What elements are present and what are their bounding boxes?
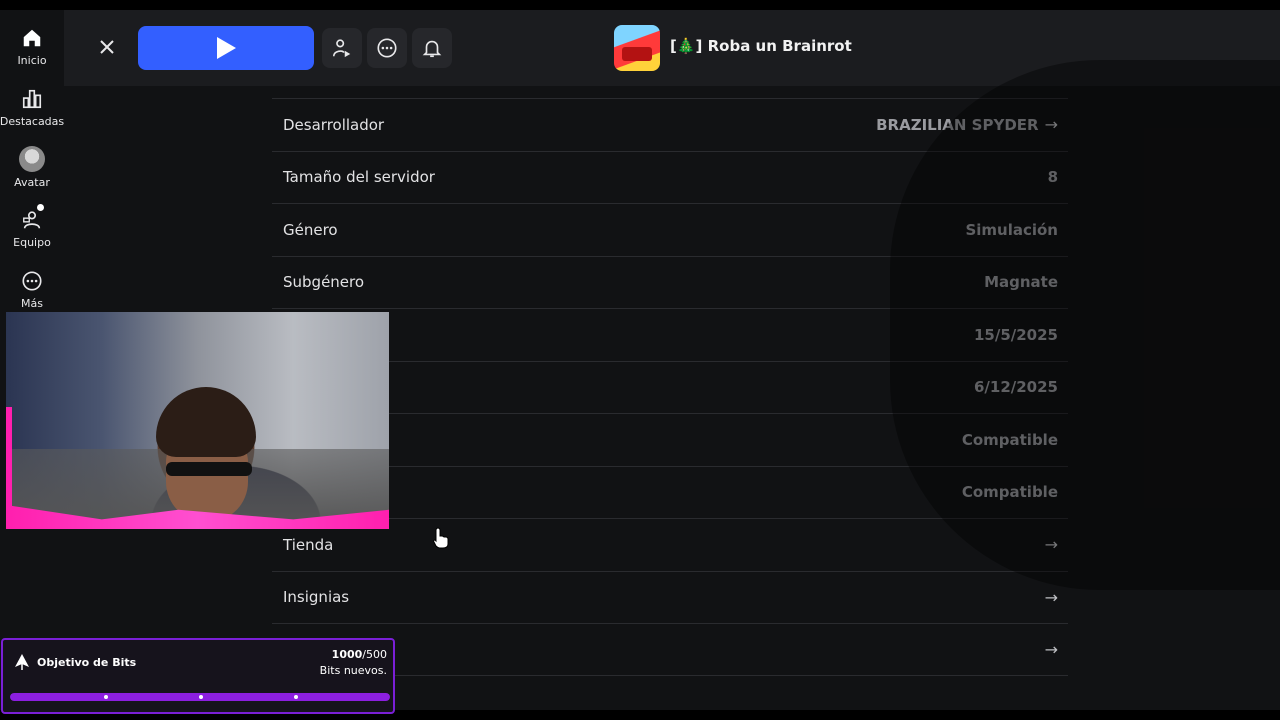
person-arrow-icon <box>332 39 351 58</box>
play-icon <box>217 37 236 59</box>
bell-icon <box>422 40 442 58</box>
info-row-label: Género <box>283 220 338 239</box>
arrow-right-icon: → <box>1044 535 1058 555</box>
bits-goal-widget: Objetivo de Bits 1000/500 Bits nuevos. <box>1 638 395 714</box>
nav-item-label: Más <box>21 297 43 310</box>
bits-goal-subtitle: Bits nuevos. <box>319 664 387 677</box>
info-row-value: 15/5/2025 <box>974 326 1058 344</box>
charts-icon <box>20 87 44 111</box>
info-row-value: → <box>1039 588 1058 607</box>
info-row-value: Magnate <box>984 273 1058 291</box>
info-row[interactable]: Insignias → <box>272 570 1068 624</box>
home-icon <box>20 26 44 50</box>
bits-progress-bar <box>10 693 390 701</box>
progress-marker <box>104 695 108 699</box>
nav-item-home[interactable]: Inicio <box>0 26 64 67</box>
bits-gem-icon <box>15 654 29 670</box>
info-row-value: Compatible <box>962 483 1058 501</box>
notification-dot <box>37 204 44 211</box>
info-row-label: Tamaño del servidor <box>283 168 435 187</box>
nav-item-more[interactable]: Más <box>0 269 64 310</box>
game-thumbnail <box>614 25 660 71</box>
info-row: 15/5/2025 <box>272 308 1068 361</box>
nav-item-label: Destacadas <box>0 115 65 128</box>
info-row-value-text: Simulación <box>965 220 1058 239</box>
nav-item-label: Inicio <box>17 54 47 67</box>
bits-current: 1000 <box>331 648 363 661</box>
nav-item-label: Equipo <box>13 236 51 249</box>
info-row-value: Simulación <box>965 221 1058 239</box>
info-row-value: 6/12/2025 <box>974 378 1058 396</box>
bits-goal-count: 1000/500 <box>332 648 387 661</box>
team-icon <box>20 204 44 232</box>
nav-item-label: Avatar <box>14 176 50 189</box>
info-row-label: Desarrollador <box>283 115 385 134</box>
webcam-overlay <box>6 312 389 529</box>
close-icon <box>100 40 114 54</box>
info-row: Género Simulación <box>272 203 1068 256</box>
info-row-value-text: Compatible <box>961 483 1058 502</box>
bits-goal-title: Objetivo de Bits <box>37 656 137 669</box>
arrow-right-icon: → <box>1044 639 1058 659</box>
info-row: 6/12/2025 <box>272 360 1068 414</box>
info-row-label: Subgénero <box>283 273 365 292</box>
more-options-button[interactable] <box>367 28 407 68</box>
nav-item-avatar[interactable]: Avatar <box>0 146 64 189</box>
info-row-value-text: 15/5/2025 <box>973 325 1058 344</box>
progress-marker <box>294 695 298 699</box>
info-row-value: → <box>1039 640 1058 659</box>
avatar-icon <box>19 146 45 172</box>
info-row-value: Compatible <box>962 431 1058 449</box>
info-row-label: Tienda <box>283 535 334 554</box>
info-row-value-text: 6/12/2025 <box>973 378 1058 397</box>
invite-friends-button[interactable] <box>322 28 362 68</box>
info-row-value: 8 <box>1048 168 1058 186</box>
notifications-button[interactable] <box>412 28 452 68</box>
progress-marker <box>199 695 203 699</box>
ellipsis-icon <box>377 38 397 58</box>
info-row-value: → <box>1039 535 1058 554</box>
bits-target: /500 <box>362 648 387 661</box>
play-button[interactable] <box>138 26 314 70</box>
nav-item-team[interactable]: Equipo <box>0 204 64 249</box>
arrow-right-icon: → <box>1044 587 1058 607</box>
arrow-right-icon: → <box>1044 115 1058 135</box>
nav-item-featured[interactable]: Destacadas <box>0 87 64 128</box>
info-row-value-text: 8 <box>1047 168 1058 187</box>
info-row-value-text: Magnate <box>984 273 1058 292</box>
info-row-value-text: Compatible <box>961 430 1058 449</box>
info-row[interactable]: Tienda → <box>272 518 1068 571</box>
close-button[interactable] <box>92 32 122 62</box>
info-row-value: BRAZILIAN SPYDER → <box>876 115 1058 134</box>
game-title: [🎄] Roba un Brainrot <box>670 37 852 55</box>
game-top-bar: [🎄] Roba un Brainrot <box>64 10 1280 86</box>
game-info-list: Desarrollador BRAZILIAN SPYDER → Tamaño del… <box>272 98 1068 676</box>
info-row: Tamaño del servidor 8 <box>272 150 1068 204</box>
info-row: Compatible <box>272 413 1068 466</box>
info-row: Compatible <box>272 465 1068 519</box>
info-row-value-text: BRAZILIAN SPYDER <box>876 115 1039 134</box>
info-row: Subgénero Magnate <box>272 255 1068 309</box>
more-icon <box>20 269 44 293</box>
info-row[interactable]: Desarrollador BRAZILIAN SPYDER → <box>272 98 1068 151</box>
info-row-label: Insignias <box>283 588 350 607</box>
hand-cursor-icon <box>433 527 449 549</box>
